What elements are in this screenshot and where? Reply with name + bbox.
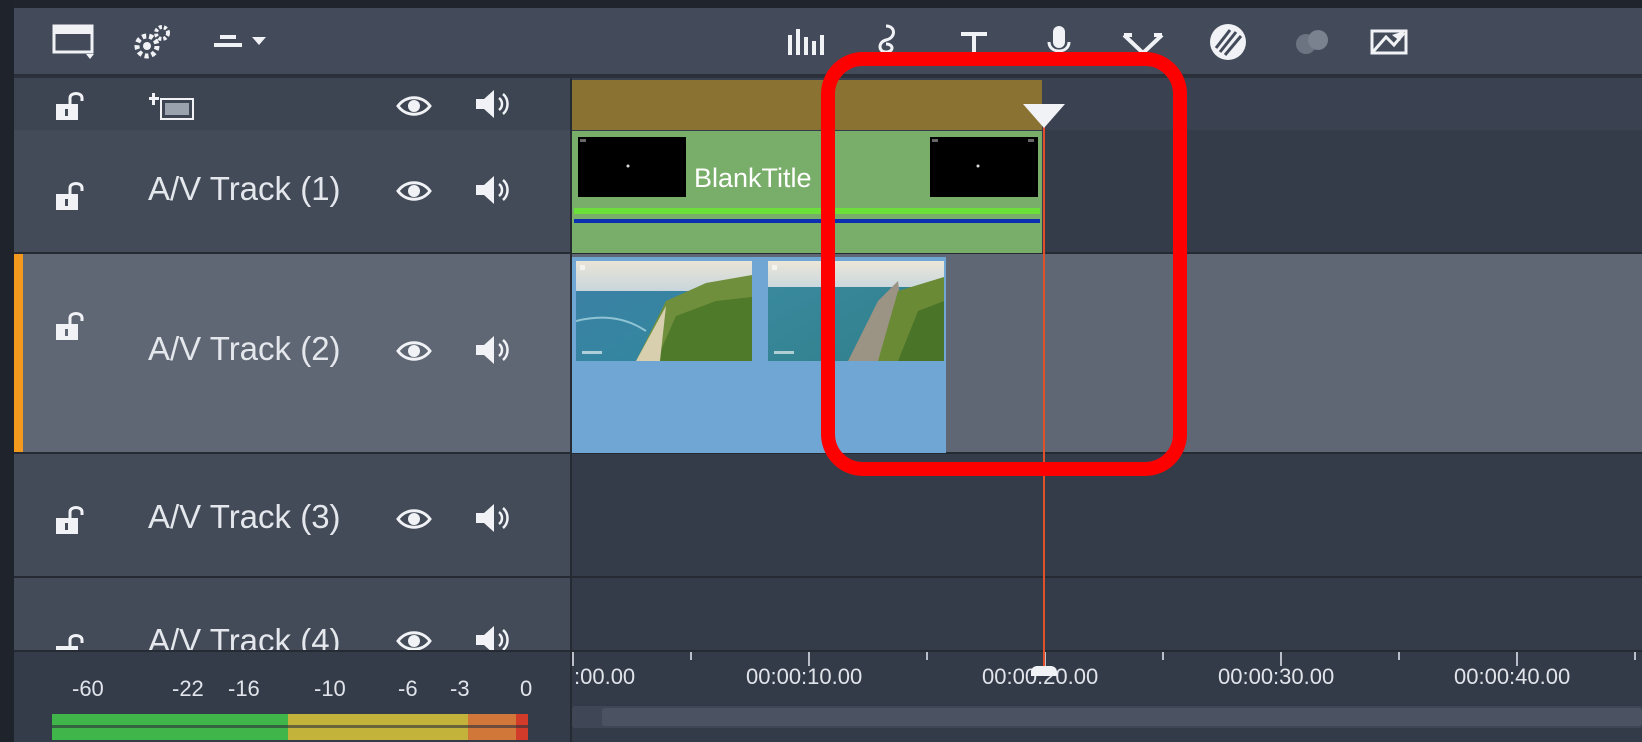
eye-icon[interactable] [394,176,434,206]
timeline-panel: A/V Track (1) A/V Track (2) A/V Track (3… [0,0,1642,742]
video-clip-thumbnail-2 [768,261,944,361]
eye-icon[interactable] [394,504,434,534]
eye-icon[interactable] [394,626,434,650]
timeline-toolbar [14,8,1642,76]
title-clip-audio-line[interactable] [574,219,1040,223]
meter-label: -22 [172,676,204,701]
track-header-2[interactable]: A/V Track (2) [14,254,570,454]
track-name[interactable]: A/V Track (3) [148,498,341,536]
video-clip-thumbnail-1 [576,261,752,361]
ruler-tick [926,652,928,660]
title-clip-label: BlankTitle [694,163,812,193]
ruler-label: 00:00:10.00 [746,664,863,689]
mask-icon[interactable] [1370,22,1410,62]
add-track-icon[interactable] [148,86,198,126]
video-clip[interactable] [572,257,946,453]
speaker-icon[interactable] [472,84,514,124]
storyboard-view-icon[interactable] [52,22,96,62]
ruler-label: :00.00 [574,664,636,689]
meter-label: -3 [450,676,470,701]
lock-icon[interactable] [50,176,90,216]
ruler-tick [1398,652,1400,660]
track-header-master-row [14,78,570,130]
lock-icon[interactable] [50,500,90,540]
lock-icon[interactable] [50,628,90,650]
speaker-icon[interactable] [472,622,514,650]
selected-track-indicator [14,254,23,452]
title-clip-thumbnail-start [578,137,686,197]
eye-icon[interactable] [394,336,434,366]
audio-level-meter: -60 -22 -16 -10 -6 -3 0 [14,650,570,742]
track-header-1[interactable]: A/V Track (1) [14,130,570,254]
lock-icon[interactable] [50,306,90,346]
meter-label: -10 [314,676,346,701]
playhead-foot[interactable] [1031,666,1057,676]
left-edge [0,0,14,742]
track-lane-3[interactable] [572,454,1642,578]
track-lane-4[interactable] [572,578,1642,650]
ruler-tick [1162,652,1164,660]
timeline-ruler[interactable]: :00.00 00:00:10.00 00:00:20.00 00:00:30.… [572,650,1642,742]
track-name[interactable]: A/V Track (2) [148,330,341,368]
speaker-icon[interactable] [472,332,514,368]
meter-bar [52,714,528,740]
scrollbar-thumb[interactable] [602,708,1642,726]
track-options-dropdown-icon[interactable] [212,22,276,62]
music-icon[interactable] [870,22,904,62]
voiceover-mic-icon[interactable] [1044,22,1074,62]
title-text-icon[interactable] [958,22,990,62]
eye-icon[interactable] [394,86,434,126]
speaker-icon[interactable] [472,172,514,208]
track-name[interactable]: A/V Track (4) [148,622,341,650]
track-header-3[interactable]: A/V Track (3) [14,454,570,578]
audio-mixer-icon[interactable] [786,22,826,62]
overlay-icon[interactable] [1292,22,1332,62]
track-header-4[interactable]: A/V Track (4) [14,578,570,650]
track-name[interactable]: A/V Track (1) [148,170,341,208]
meter-label: -6 [398,676,418,701]
meter-label: -60 [72,676,104,701]
transition-icon[interactable] [1122,22,1164,62]
title-clip-opacity-line[interactable] [574,208,1040,214]
ruler-label: 00:00:40.00 [1454,664,1571,689]
color-grading-icon[interactable] [1208,22,1248,62]
lock-icon[interactable] [50,86,90,126]
speaker-icon[interactable] [472,500,514,536]
title-clip[interactable]: BlankTitle [572,131,1042,253]
ruler-label: 00:00:30.00 [1218,664,1335,689]
ruler-tick [690,652,692,660]
title-bar-strip[interactable] [572,80,1042,130]
meter-label: -16 [228,676,260,701]
playhead-line[interactable] [1043,114,1045,674]
timeline-scrollbar[interactable] [572,706,1642,728]
settings-gear-icon[interactable] [132,22,172,62]
meter-label: 0 [520,676,533,701]
ruler-tick [1634,652,1636,660]
title-clip-thumbnail-end [930,137,1038,197]
playhead-marker-icon[interactable] [1023,104,1065,128]
top-edge [0,0,1642,8]
